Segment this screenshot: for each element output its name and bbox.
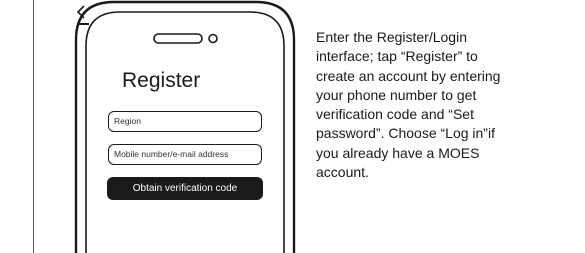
back-chevron-icon[interactable] xyxy=(74,0,90,26)
instruction-line: your phone number to get xyxy=(316,86,477,103)
instruction-text: Enter the Register/Login interface; tap … xyxy=(316,28,571,182)
region-field[interactable]: Region xyxy=(108,111,262,132)
instruction-line: Enter the Register/Login xyxy=(316,29,467,45)
instruction-panel: Register Region Mobile number/e-mail add… xyxy=(0,0,585,253)
instruction-line: interface; tap “Register” to xyxy=(316,48,478,65)
obtain-verification-code-button[interactable]: Obtain verification code xyxy=(107,177,263,200)
mobile-number-field[interactable]: Mobile number/e-mail address xyxy=(108,144,262,165)
camera-dot-icon xyxy=(208,33,218,44)
instruction-line: create an account by entering xyxy=(316,67,501,84)
instruction-line: password”. Choose “Log in”if xyxy=(316,125,495,142)
instruction-line: you already have a MOES xyxy=(316,144,480,161)
instruction-line: verification code and “Set xyxy=(316,106,474,123)
phone-illustration: Register Region Mobile number/e-mail add… xyxy=(74,0,296,253)
left-divider-line xyxy=(33,0,34,253)
screen-title: Register xyxy=(122,69,201,92)
speaker-slot-icon xyxy=(153,33,203,44)
instruction-line: account. xyxy=(316,164,369,181)
